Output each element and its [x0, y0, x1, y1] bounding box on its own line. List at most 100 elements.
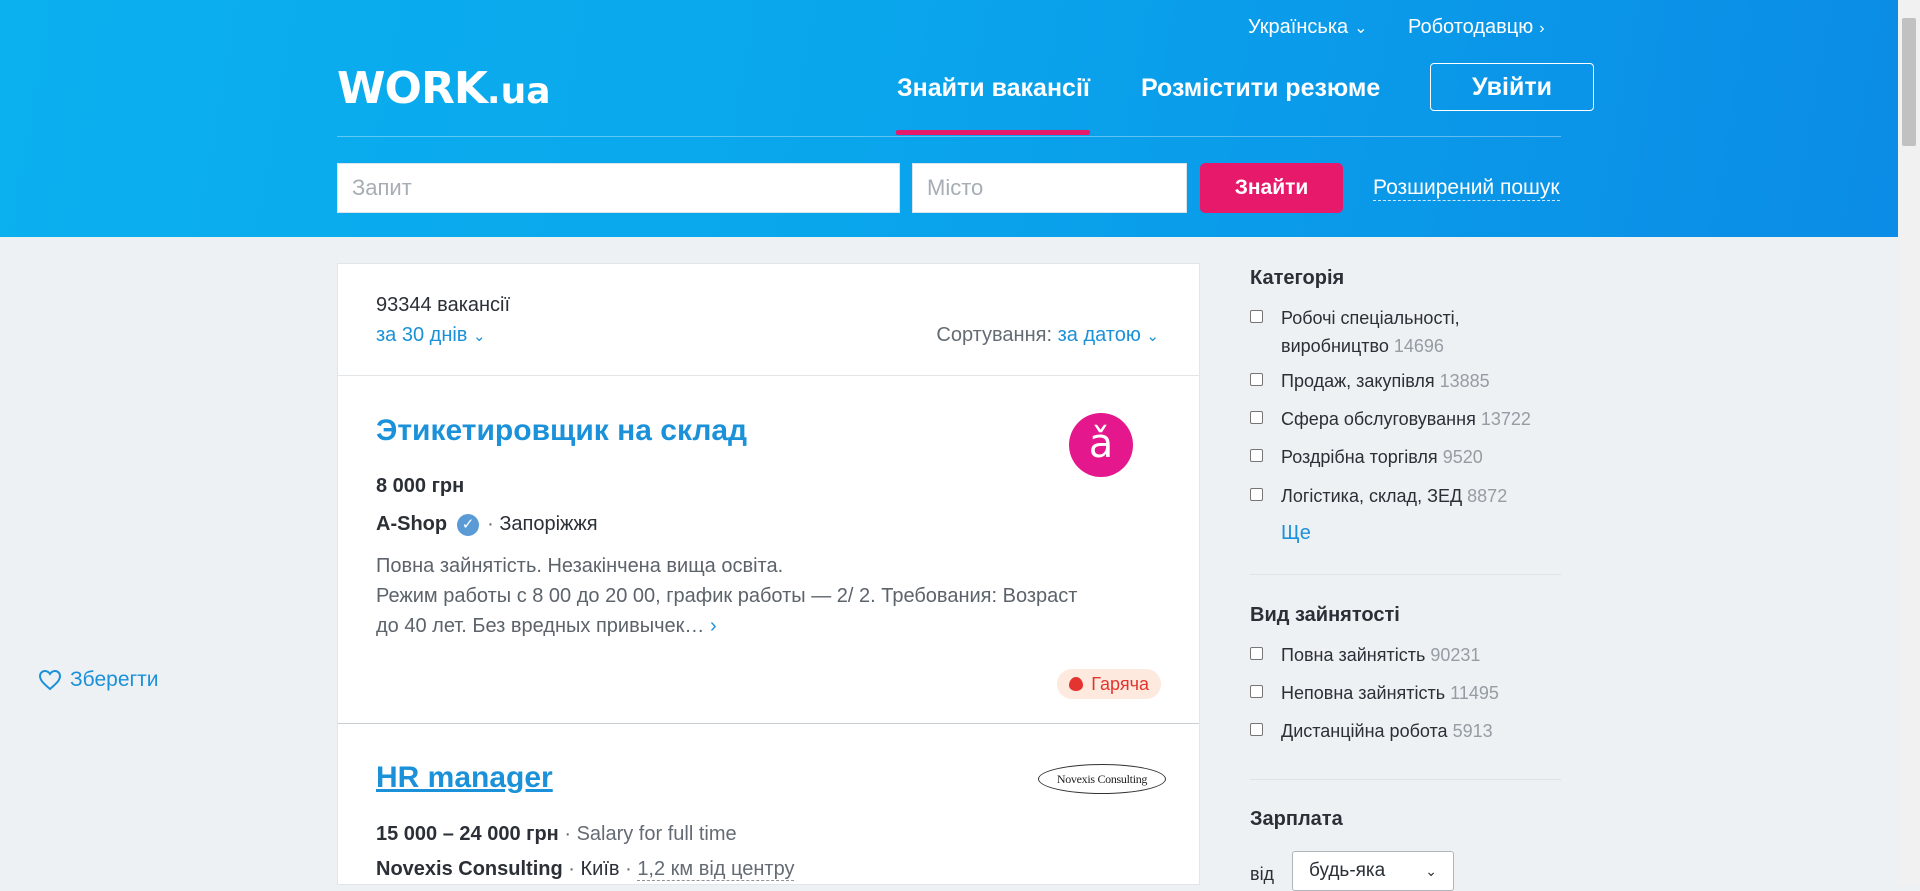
chevron-right-icon[interactable]: › — [710, 615, 717, 637]
checkbox[interactable] — [1250, 685, 1263, 698]
chevron-down-icon: ⌄ — [1425, 862, 1437, 879]
sort-control[interactable]: Сортування: за датою ⌄ — [936, 324, 1159, 347]
category-checkbox[interactable]: Роздрібна торгівля 9520 — [1250, 443, 1561, 471]
chevron-right-icon: › — [1539, 20, 1545, 37]
search-button[interactable]: Знайти — [1200, 163, 1343, 213]
category-label: Робочі спеціальності, — [1281, 308, 1460, 328]
employment-checkbox[interactable]: Дистанційна робота 5913 — [1250, 717, 1561, 745]
category-label: Роздрібна торгівля — [1281, 447, 1438, 467]
employment-label: Неповна зайнятість — [1281, 683, 1446, 703]
category-label: виробництво — [1281, 336, 1389, 356]
checkbox[interactable] — [1250, 411, 1263, 424]
checkbox[interactable] — [1250, 488, 1263, 501]
job-salary: 8 000 грн — [376, 475, 465, 497]
page-scrollbar[interactable] — [1898, 0, 1920, 885]
language-label: Українська — [1248, 16, 1349, 38]
checkbox[interactable] — [1250, 449, 1263, 462]
flame-icon — [1069, 677, 1084, 691]
language-selector[interactable]: Українська ⌄ — [1248, 16, 1368, 39]
chevron-down-icon: ⌄ — [1354, 20, 1368, 37]
salary-range: 15 000 – 24 000 грн — [376, 823, 559, 845]
distance-link[interactable]: 1,2 км від центру — [637, 858, 795, 881]
category-count: 8872 — [1467, 486, 1508, 506]
job-city: Запоріжжя — [499, 513, 598, 535]
chevron-down-icon: ⌄ — [473, 328, 486, 345]
employer-label: Роботодавцю — [1408, 16, 1534, 38]
save-job-button[interactable]: Зберегти — [38, 668, 159, 692]
checkbox[interactable] — [1250, 310, 1263, 323]
company-name[interactable]: A-Shop — [376, 513, 447, 536]
employment-checkbox[interactable]: Повна зайнятість 90231 — [1250, 641, 1561, 669]
employer-link[interactable]: Роботодавцю › — [1408, 16, 1545, 39]
salary-from-label: від — [1250, 864, 1275, 884]
employment-count: 11495 — [1450, 683, 1499, 703]
hot-badge-label: Гаряча — [1091, 673, 1149, 694]
advanced-search-link[interactable]: Розширений пошук — [1373, 176, 1560, 201]
job-desc-line: Повна зайнятість. Незакінчена вища освіт… — [376, 555, 784, 577]
logo-main-text: WORK — [337, 63, 488, 114]
job-title-link[interactable]: HR manager — [376, 761, 553, 795]
divider — [338, 375, 1199, 376]
job-desc-text: до 40 лет. Без вредных привычек… — [376, 615, 705, 637]
sort-value: за датою — [1057, 324, 1141, 346]
period-label: за 30 днів — [376, 324, 468, 346]
results-count: 93344 вакансії — [376, 294, 511, 316]
more-categories-link[interactable]: Ще — [1281, 522, 1311, 545]
separator-dot: · — [487, 513, 494, 535]
verified-check-icon: ✓ — [457, 513, 480, 536]
category-checkbox[interactable]: Продаж, закупівля 13885 — [1250, 367, 1561, 395]
nav-post-resume[interactable]: Розмістити резюме — [1141, 74, 1380, 103]
employment-count: 90231 — [1430, 645, 1481, 665]
company-logo-ashop[interactable]: ǎ — [1069, 413, 1133, 477]
salary-select-value: будь-яка — [1309, 860, 1386, 881]
separator-dot: · — [564, 823, 571, 845]
city-input[interactable] — [912, 163, 1187, 213]
job-company-line: A-Shop ✓ · Запоріжжя — [376, 513, 598, 536]
job-title-link[interactable]: Этикетировщик на склад — [376, 414, 747, 448]
scrollbar-thumb[interactable] — [1902, 18, 1916, 146]
divider — [1250, 574, 1561, 575]
site-logo[interactable]: WORK.ua — [337, 64, 551, 117]
period-filter[interactable]: за 30 днів ⌄ — [376, 324, 486, 347]
nav-find-jobs[interactable]: Знайти вакансії — [897, 74, 1090, 103]
category-label: Продаж, закупівля — [1281, 371, 1435, 391]
sort-label: Сортування: — [936, 324, 1053, 346]
header-divider — [337, 136, 1561, 137]
results-panel: 93344 вакансії за 30 днів ⌄ Сортування: … — [38, 263, 1200, 885]
employment-label: Повна зайнятість — [1281, 645, 1426, 665]
category-count: 13885 — [1439, 371, 1490, 391]
checkbox[interactable] — [1250, 723, 1263, 736]
login-button[interactable]: Увійти — [1430, 63, 1594, 111]
chevron-down-icon: ⌄ — [1146, 328, 1159, 345]
query-input[interactable] — [337, 163, 900, 213]
category-label: Сфера обслуговування — [1281, 409, 1476, 429]
job-desc-line: Режим работы с 8 00 до 20 00, график раб… — [376, 585, 1078, 607]
category-checkbox[interactable]: Логістика, склад, ЗЕД 8872 — [1250, 482, 1561, 510]
job-description: Повна зайнятість. Незакінчена вища освіт… — [376, 551, 1166, 641]
category-count: 9520 — [1442, 447, 1483, 467]
company-logo-novexis[interactable]: Novexis Consulting — [1038, 764, 1166, 794]
divider — [1250, 779, 1561, 780]
save-label: Зберегти — [70, 668, 159, 691]
checkbox[interactable] — [1250, 647, 1263, 660]
hot-badge: Гаряча — [1057, 669, 1161, 699]
separator-dot: · — [625, 858, 632, 880]
salary-select[interactable]: будь-яка ⌄ — [1292, 851, 1454, 891]
category-title: Категорія — [1250, 267, 1345, 289]
category-checkbox[interactable]: Сфера обслуговування 13722 — [1250, 405, 1561, 433]
heart-icon — [38, 669, 62, 691]
employment-label: Дистанційна робота — [1281, 721, 1448, 741]
employment-checkbox[interactable]: Неповна зайнятість 11495 — [1250, 679, 1561, 707]
site-header: Українська ⌄ Роботодавцю › WORK.ua Знайти … — [0, 0, 1898, 237]
separator-dot: · — [568, 858, 575, 880]
job-desc-line: до 40 лет. Без вредных привычек… › — [376, 611, 1166, 641]
company-name[interactable]: Novexis Consulting — [376, 858, 563, 881]
job-company-line: Novexis Consulting · Київ · 1,2 км від ц… — [376, 858, 795, 881]
salary-title: Зарплата — [1250, 808, 1343, 830]
category-checkbox[interactable]: Робочі спеціальності, виробництво 14696 — [1250, 304, 1561, 360]
category-count: 14696 — [1393, 336, 1444, 356]
category-label: Логістика, склад, ЗЕД — [1281, 486, 1463, 506]
checkbox[interactable] — [1250, 373, 1263, 386]
salary-note: Salary for full time — [576, 823, 737, 845]
job-salary: 15 000 – 24 000 грн · Salary for full ti… — [376, 823, 737, 846]
